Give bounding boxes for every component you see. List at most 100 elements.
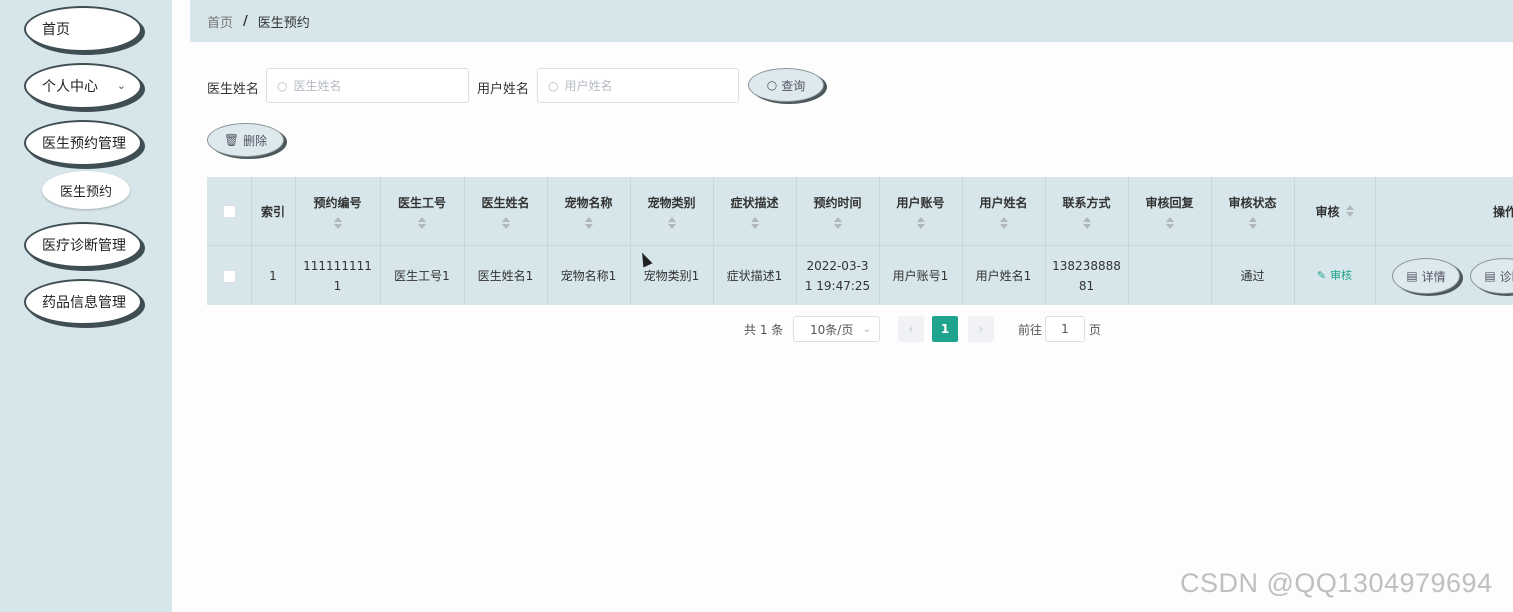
breadcrumb: 首页 / 医生预约 (190, 0, 1513, 42)
row-checkbox[interactable] (222, 269, 236, 283)
sort-icon[interactable] (333, 216, 342, 229)
header-pet-type[interactable]: 宠物类别 (630, 177, 713, 245)
next-page-button[interactable]: › (968, 316, 994, 342)
search-icon: ○ (548, 78, 559, 93)
query-button-label: 查询 (781, 78, 806, 93)
sort-icon[interactable] (667, 216, 676, 229)
header-index: 索引 (260, 204, 285, 219)
sidebar-item-label: 医疗诊断管理 (42, 238, 126, 254)
column-divider (1045, 177, 1046, 305)
cell-symptom: 症状描述1 (726, 269, 783, 283)
column-divider (879, 177, 880, 305)
cell-pet-name: 宠物名称1 (560, 269, 617, 283)
diagnose-button[interactable]: ▤ 诊断 (1470, 258, 1513, 294)
header-symptom[interactable]: 症状描述 (713, 177, 796, 245)
cell-audit-reply (1128, 246, 1211, 306)
user-name-placeholder: 用户姓名 (564, 79, 613, 93)
doctor-name-label: 医生姓名 (207, 82, 260, 97)
sort-icon[interactable] (1345, 205, 1354, 217)
column-divider (547, 177, 548, 305)
chevron-right-icon: › (978, 322, 984, 336)
column-divider (630, 177, 631, 305)
sort-icon[interactable] (750, 216, 759, 229)
cell-index: 1 (269, 269, 277, 283)
header-pet-name[interactable]: 宠物名称 (547, 177, 630, 245)
sidebar-item-medicine-management[interactable]: 药品信息管理 (24, 279, 142, 325)
header-audit-status[interactable]: 审核状态 (1211, 177, 1294, 245)
column-divider (1375, 177, 1376, 305)
column-divider (713, 177, 714, 305)
sort-icon[interactable] (999, 216, 1008, 229)
sort-icon[interactable] (833, 216, 842, 229)
header-appointment-no[interactable]: 预约编号 (295, 177, 380, 245)
header-contact[interactable]: 联系方式 (1045, 177, 1128, 245)
header-doctor-id[interactable]: 医生工号 (380, 177, 464, 245)
column-divider (1294, 177, 1295, 305)
column-divider (1128, 177, 1129, 305)
delete-button-label: 删除 (243, 133, 268, 148)
column-divider (380, 177, 381, 305)
edit-icon: ✎ (1316, 269, 1327, 282)
sidebar-item-personal-center[interactable]: 个人中心 ⌄ (24, 63, 142, 109)
select-all-checkbox[interactable] (222, 204, 236, 218)
sort-icon[interactable] (1248, 216, 1257, 229)
user-name-input[interactable]: ○ 用户姓名 (537, 68, 739, 103)
cell-doctor-name: 医生姓名1 (477, 269, 534, 283)
column-divider (796, 177, 797, 305)
query-button[interactable]: ○ 查询 (748, 68, 824, 102)
goto-label: 前往 (1018, 323, 1043, 337)
page-size-select[interactable]: 10条/页 ⌄ (793, 316, 880, 342)
cell-contact: 138238888 81 (1052, 259, 1121, 293)
sort-icon[interactable] (916, 216, 925, 229)
header-audit[interactable]: 审核 (1294, 177, 1375, 245)
sort-icon[interactable] (501, 216, 510, 229)
pagination-total: 共 1 条 (744, 323, 784, 337)
sidebar-item-label: 首页 (42, 22, 70, 38)
search-icon: ○ (766, 78, 778, 92)
sidebar-item-label: 医生预约管理 (42, 136, 126, 152)
sidebar-subitem-label: 医生预约 (59, 184, 112, 200)
document-icon: ▤ (1406, 269, 1418, 283)
cell-audit-status: 通过 (1240, 269, 1265, 283)
header-audit-reply[interactable]: 审核回复 (1128, 177, 1211, 245)
breadcrumb-separator: / (243, 13, 248, 29)
header-select-all[interactable] (207, 177, 251, 245)
column-divider (464, 177, 465, 305)
sidebar-subitem-appointment[interactable]: 医生预约 (42, 171, 130, 209)
prev-page-button[interactable]: ‹ (898, 316, 924, 342)
row-select[interactable] (207, 246, 251, 306)
doctor-name-input[interactable]: ○ 医生姓名 (266, 68, 469, 103)
sort-icon[interactable] (584, 216, 593, 229)
column-divider (295, 177, 296, 305)
search-icon: ○ (277, 78, 288, 93)
cell-appointment-time: 2022-03-3 1 19:47:25 (804, 259, 871, 293)
sidebar-item-home[interactable]: 首页 (24, 6, 142, 52)
sidebar-item-appointment-management[interactable]: 医生预约管理 (24, 120, 142, 166)
goto-page-input[interactable]: 1 (1045, 316, 1085, 342)
breadcrumb-current: 医生预约 (257, 15, 310, 31)
page-unit-label: 页 (1089, 323, 1102, 337)
delete-button[interactable]: 🗑 删除 (207, 123, 284, 157)
header-actions: 操作 (1492, 204, 1513, 219)
chevron-down-icon: ⌄ (116, 79, 126, 92)
document-icon: ▤ (1484, 269, 1496, 283)
sidebar-item-label: 药品信息管理 (42, 295, 126, 311)
table-row: 1 111111111 1 医生工号1 医生姓名1 宠物名称1 宠物类别1 症状描… (207, 245, 1513, 305)
header-doctor-name[interactable]: 医生姓名 (464, 177, 547, 245)
sort-icon[interactable] (418, 216, 426, 229)
sidebar-item-label: 个人中心 (42, 79, 98, 95)
header-appointment-time[interactable]: 预约时间 (796, 177, 879, 245)
cell-user-name: 用户姓名1 (975, 269, 1032, 283)
audit-link[interactable]: ✎ 审核 (1294, 246, 1375, 306)
sidebar-item-diagnosis-management[interactable]: 医疗诊断管理 (24, 222, 142, 268)
user-name-label: 用户姓名 (477, 82, 530, 97)
detail-button[interactable]: ▤ 详情 (1392, 258, 1460, 294)
cell-user-account: 用户账号1 (892, 269, 949, 283)
page-number-button[interactable]: 1 (932, 316, 958, 342)
sort-icon[interactable] (1082, 216, 1091, 229)
sort-icon[interactable] (1165, 216, 1174, 229)
breadcrumb-home[interactable]: 首页 (207, 12, 233, 31)
column-divider (251, 177, 252, 305)
header-user-name[interactable]: 用户姓名 (962, 177, 1045, 245)
header-user-account[interactable]: 用户账号 (879, 177, 962, 245)
